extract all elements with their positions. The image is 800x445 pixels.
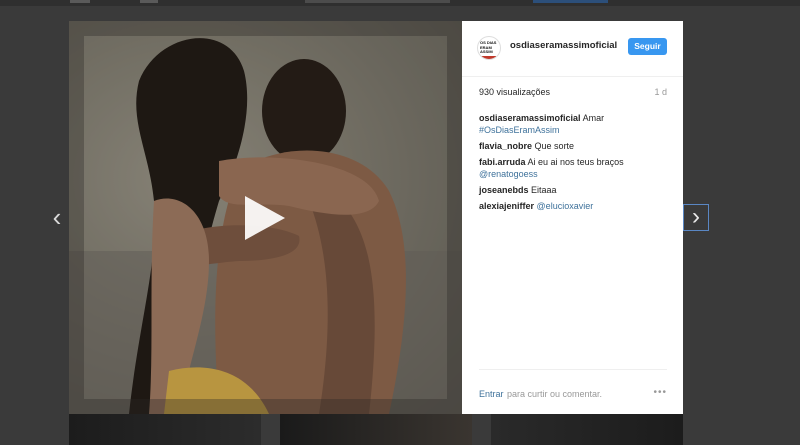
comment-text: Amar (582, 113, 605, 123)
grid-thumbnail[interactable] (69, 414, 261, 445)
comment-username[interactable]: osdiaseramassimoficial (479, 113, 581, 123)
post-modal: OS DIAS ERAM ASSIM osdiaseramassimoficia… (69, 21, 683, 414)
comment-hashtag-link[interactable]: #OsDiasEramAssim (479, 125, 560, 135)
avatar[interactable]: OS DIAS ERAM ASSIM (477, 36, 501, 60)
comment-item: alexiajeniffer @elucioxavier (479, 200, 674, 212)
post-header: OS DIAS ERAM ASSIM osdiaseramassimoficia… (462, 21, 683, 77)
previous-post-arrow-icon[interactable]: ‹ (46, 204, 68, 231)
login-prompt-text: para curtir ou comentar. (507, 389, 603, 399)
next-post-arrow-icon[interactable]: › (683, 204, 709, 231)
login-link[interactable]: Entrar (479, 389, 504, 399)
post-footer: Entrar para curtir ou comentar. ••• (479, 369, 667, 413)
comment-username[interactable]: joseanebds (479, 185, 529, 195)
comment-item: joseanebds Eitaaa (479, 184, 674, 196)
comment-item: osdiaseramassimoficial Amar #OsDiasEramA… (479, 112, 674, 136)
avatar-logo-text: OS DIAS ERAM ASSIM (480, 40, 497, 54)
comment-text: Ai eu ai nos teus braços (527, 157, 624, 167)
comment-username[interactable]: flavia_nobre (479, 141, 532, 151)
post-time[interactable]: 1 d (654, 87, 667, 97)
post-sidebar: OS DIAS ERAM ASSIM osdiaseramassimoficia… (462, 21, 683, 414)
comment-text: Que sorte (534, 141, 575, 151)
play-icon[interactable] (245, 196, 285, 240)
comment-mention-link[interactable]: @renatogoess (479, 169, 538, 179)
follow-button[interactable]: Seguir (628, 38, 667, 55)
avatar-logo-bar (480, 55, 496, 59)
post-video[interactable] (69, 21, 462, 414)
background-ghost (533, 0, 608, 3)
view-count: 930 visualizações (479, 87, 551, 97)
grid-thumbnail[interactable] (491, 414, 683, 445)
comment-username[interactable]: alexiajeniffer (479, 201, 534, 211)
comment-username[interactable]: fabi.arruda (479, 157, 526, 167)
grid-thumbnail[interactable] (280, 414, 472, 445)
background-ghost (305, 0, 450, 3)
comment-mention-link[interactable]: @elucioxavier (537, 201, 594, 211)
more-options-icon[interactable]: ••• (653, 387, 667, 398)
background-ghost (140, 0, 158, 3)
background-ghost (70, 0, 90, 3)
post-username[interactable]: osdiaseramassimoficial (510, 40, 617, 51)
comment-item: fabi.arruda Ai eu ai nos teus braços @re… (479, 156, 674, 180)
comment-text: Eitaaa (531, 185, 557, 195)
background-page-top (0, 0, 800, 6)
comment-list: osdiaseramassimoficial Amar #OsDiasEramA… (479, 112, 674, 216)
comment-item: flavia_nobre Que sorte (479, 140, 674, 152)
